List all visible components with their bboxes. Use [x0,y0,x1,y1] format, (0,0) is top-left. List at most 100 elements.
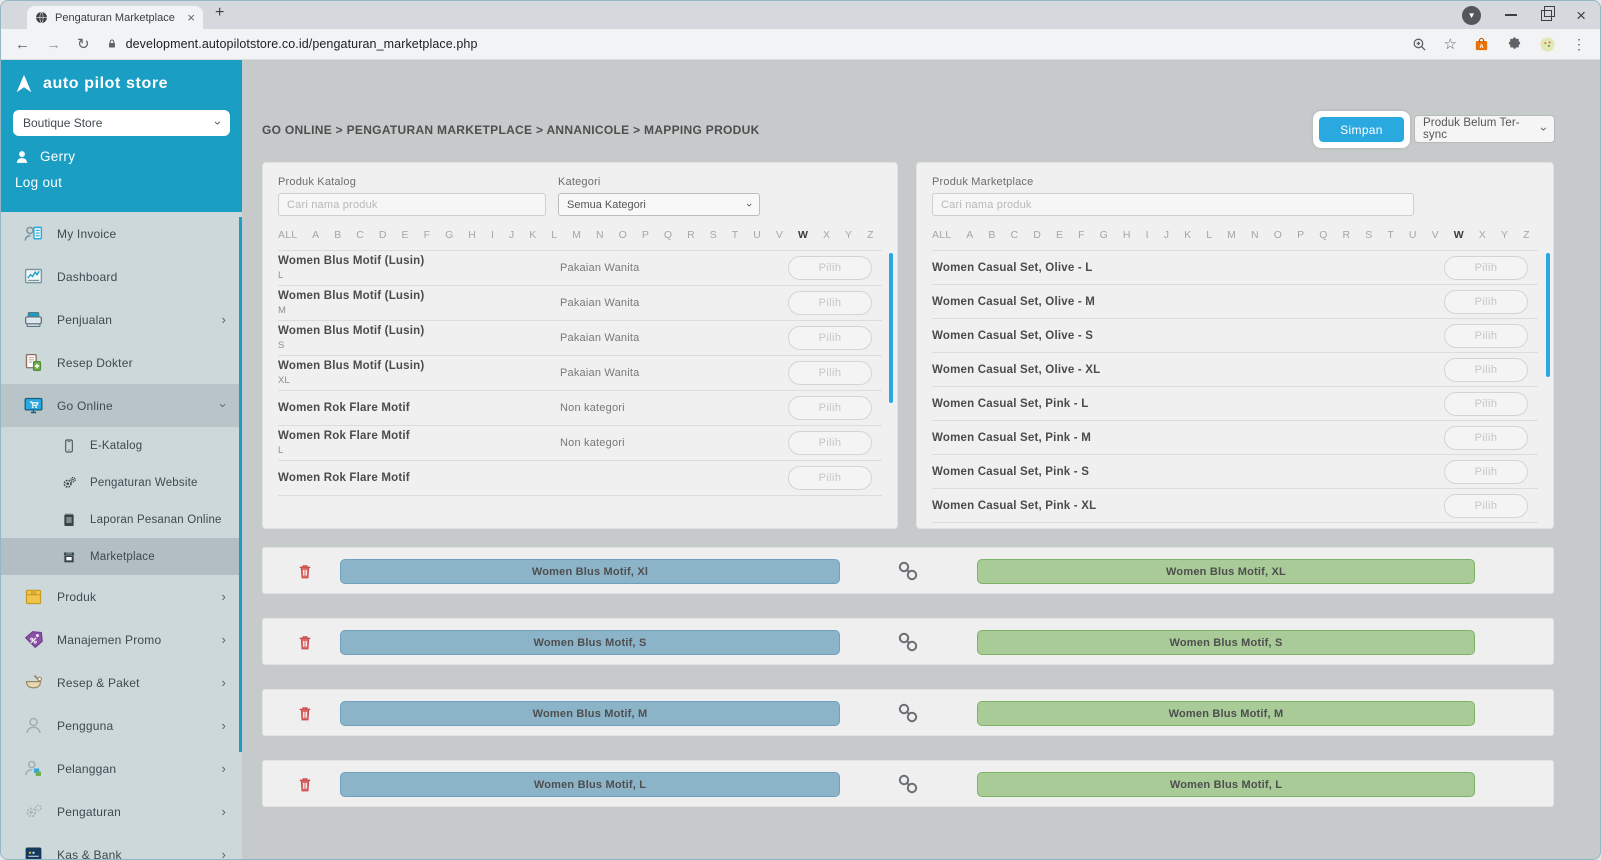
alphabet-letter[interactable]: X [1479,229,1486,241]
trash-icon[interactable] [296,774,314,795]
alphabet-letter[interactable]: S [1365,229,1372,241]
alphabet-letter[interactable]: R [1343,229,1351,241]
pilih-button[interactable]: Pilih [1444,460,1528,484]
alphabet-letter[interactable]: T [1387,229,1394,241]
pilih-button[interactable]: Pilih [1444,392,1528,416]
extension-badge-icon[interactable]: A [1473,36,1490,53]
address-bar[interactable]: development.autopilotstore.co.id/pengatu… [106,37,1395,51]
save-button[interactable]: Simpan [1319,117,1404,142]
sidebar-item[interactable]: Pengguna › [1,704,242,747]
alphabet-letter[interactable]: K [1184,229,1191,241]
alphabet-letter[interactable]: B [988,229,995,241]
trash-icon[interactable] [296,561,314,582]
reload-icon[interactable]: ↻ [77,37,90,52]
alphabet-letter[interactable]: I [491,229,494,241]
alphabet-letter[interactable]: X [823,229,830,241]
sidebar-item[interactable]: Resep & Paket › [1,661,242,704]
sync-filter-select[interactable]: Produk Belum Ter-sync › [1414,115,1555,143]
catalog-product-row[interactable]: Women Blus Motif (Lusin) L Pakaian Wanit… [278,251,882,286]
alphabet-letter[interactable]: G [1100,229,1108,241]
catalog-product-row[interactable]: Women Blus Motif (Lusin) XL Pakaian Wani… [278,356,882,391]
alphabet-letter[interactable]: F [1078,229,1085,241]
alphabet-letter[interactable]: P [1297,229,1304,241]
alphabet-letter[interactable]: D [1033,229,1041,241]
logout-link[interactable]: Log out [13,175,230,190]
sidebar-item[interactable]: Dashboard [1,255,242,298]
alphabet-letter[interactable]: M [1227,229,1236,241]
alphabet-letter[interactable]: U [753,229,761,241]
store-selector[interactable]: Boutique Store › [13,110,230,136]
pilih-button[interactable]: Pilih [1444,358,1528,382]
back-icon[interactable]: ← [15,37,30,52]
sidebar-item[interactable]: Pengaturan › [1,790,242,833]
catalog-product-row[interactable]: Women Rok Flare Motif L Non kategori Pil… [278,426,882,461]
alphabet-letter[interactable]: G [445,229,453,241]
sidebar-item[interactable]: Manajemen Promo › [1,618,242,661]
close-window-button[interactable]: × [1576,7,1586,24]
alphabet-letter[interactable]: H [1123,229,1131,241]
alphabet-letter[interactable]: H [468,229,476,241]
alphabet-letter[interactable]: A [966,229,973,241]
alphabet-letter[interactable]: Y [1501,229,1508,241]
category-select[interactable]: Semua Kategori › [558,193,760,216]
trash-icon[interactable] [296,632,314,653]
alphabet-letter[interactable]: C [1011,229,1019,241]
catalog-product-row[interactable]: Women Blus Motif (Lusin) M Pakaian Wanit… [278,286,882,321]
sidebar-item[interactable]: Resep Dokter [1,341,242,384]
close-tab-icon[interactable]: × [187,11,195,24]
alphabet-letter[interactable]: I [1146,229,1149,241]
alphabet-letter[interactable]: D [379,229,387,241]
kebab-menu-icon[interactable]: ⋮ [1572,36,1586,53]
marketplace-product-row[interactable]: Women Casual Set, Pink - XL Pilih [932,489,1538,523]
pilih-button[interactable]: Pilih [1444,426,1528,450]
trash-icon[interactable] [296,703,314,724]
marketplace-product-row[interactable]: Women Casual Set, Pink - S Pilih [932,455,1538,489]
catalog-product-row[interactable]: Women Blus Motif (Lusin) S Pakaian Wanit… [278,321,882,356]
pilih-button[interactable]: Pilih [1444,324,1528,348]
pilih-button[interactable]: Pilih [788,361,872,385]
alphabet-letter[interactable]: Q [1319,229,1327,241]
browser-tab[interactable]: Pengaturan Marketplace × [27,6,203,29]
sidebar-subitem[interactable]: E-Katalog [1,427,242,464]
update-icon[interactable]: ▼ [1462,6,1481,25]
marketplace-list-scrollbar[interactable] [1546,253,1550,377]
avatar-icon[interactable] [1539,36,1556,53]
alphabet-letter[interactable]: E [1056,229,1063,241]
zoom-icon[interactable] [1411,36,1428,53]
catalog-search-input[interactable] [278,193,546,216]
catalog-product-row[interactable]: Women Rok Flare Motif Pilih [278,461,882,496]
pilih-button[interactable]: Pilih [1444,256,1528,280]
alphabet-letter[interactable]: F [424,229,431,241]
marketplace-product-row[interactable]: Women Casual Set, Olive - L Pilih [932,251,1538,285]
pilih-button[interactable]: Pilih [788,396,872,420]
sidebar-item[interactable]: Pelanggan › [1,747,242,790]
alphabet-letter[interactable]: A [312,229,319,241]
alphabet-letter[interactable]: ALL [932,229,951,241]
alphabet-letter[interactable]: Q [664,229,672,241]
sidebar-item[interactable]: Penjualan › [1,298,242,341]
alphabet-letter[interactable]: W [1454,229,1464,241]
alphabet-letter[interactable]: O [619,229,627,241]
alphabet-letter[interactable]: P [642,229,649,241]
sidebar-subitem[interactable]: Pengaturan Website [1,464,242,501]
alphabet-letter[interactable]: N [1251,229,1259,241]
alphabet-letter[interactable]: L [551,229,557,241]
restore-button[interactable] [1541,10,1552,21]
alphabet-letter[interactable]: N [596,229,604,241]
pilih-button[interactable]: Pilih [1444,290,1528,314]
alphabet-letter[interactable]: B [334,229,341,241]
minimize-button[interactable] [1505,14,1517,16]
marketplace-product-row[interactable]: Women Casual Set, Olive - M Pilih [932,285,1538,319]
new-tab-button[interactable]: + [215,4,224,22]
marketplace-product-row[interactable]: Women Casual Set, Olive - XL Pilih [932,353,1538,387]
pilih-button[interactable]: Pilih [788,466,872,490]
alphabet-letter[interactable]: Z [1523,229,1530,241]
forward-icon[interactable]: → [46,37,61,52]
bookmark-star-icon[interactable]: ☆ [1444,37,1457,52]
marketplace-product-row[interactable]: Women Casual Set, Pink - L Pilih [932,387,1538,421]
alphabet-letter[interactable]: ALL [278,229,297,241]
alphabet-letter[interactable]: O [1274,229,1282,241]
pilih-button[interactable]: Pilih [788,431,872,455]
alphabet-letter[interactable]: U [1409,229,1417,241]
marketplace-search-input[interactable] [932,193,1414,216]
